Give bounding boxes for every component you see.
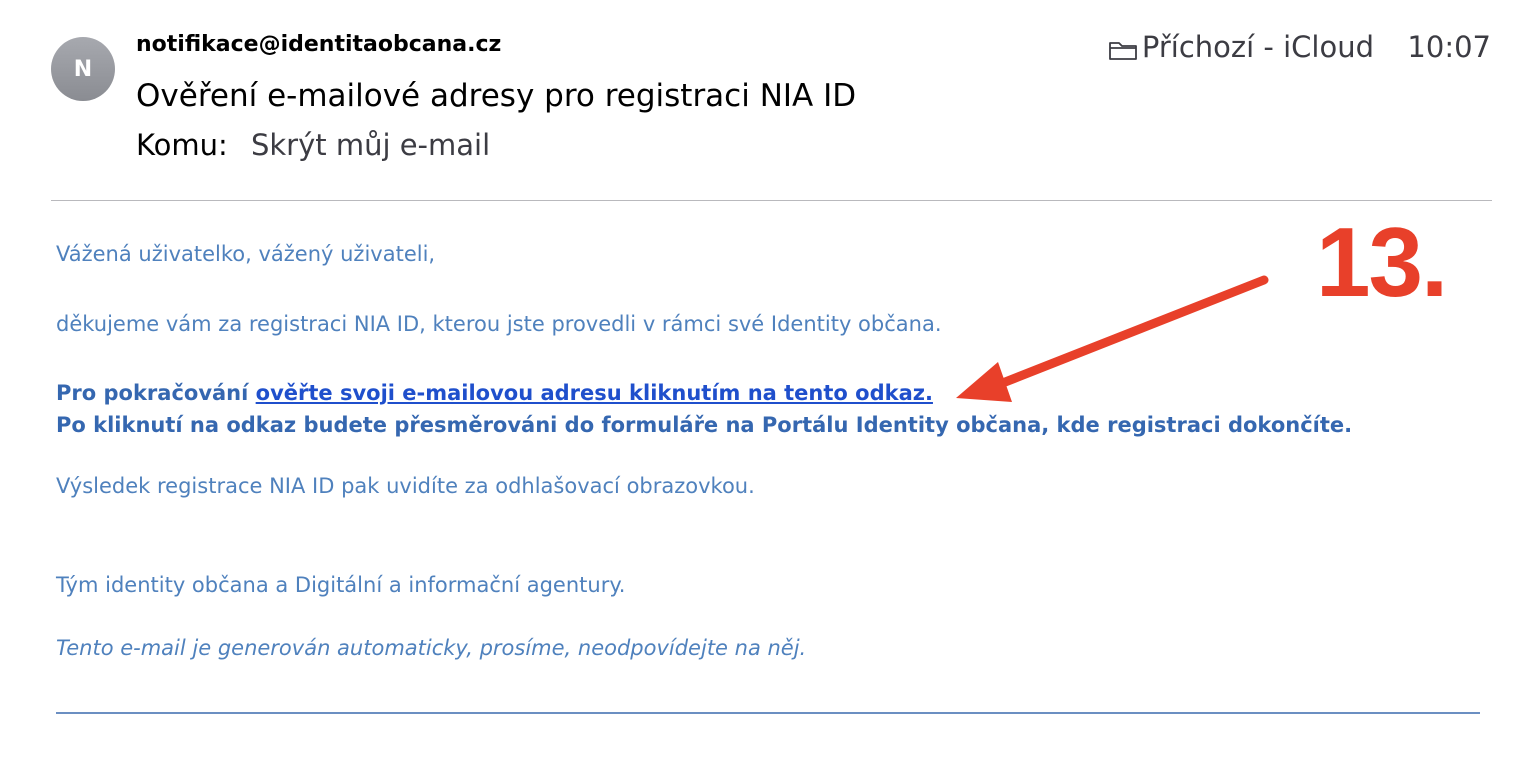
recipient-row: Komu: Skrýt můj e-mail <box>136 128 490 162</box>
header-divider <box>51 200 1492 201</box>
avatar-initial: N <box>73 56 93 82</box>
result-note: Výsledek registrace NIA ID pak uvidíte z… <box>56 474 755 498</box>
email-subject: Ověření e-mailové adresy pro registraci … <box>136 78 857 114</box>
signature-text: Tým identity občana a Digitální a inform… <box>56 573 626 597</box>
sender-avatar[interactable]: N <box>51 37 115 101</box>
thanks-text: děkujeme vám za registraci NIA ID, ktero… <box>56 312 942 336</box>
mailbox-indicator[interactable]: Příchozí - iCloud <box>1108 30 1374 64</box>
folder-icon <box>1108 42 1137 60</box>
sender-address[interactable]: notifikace@identitaobcana.cz <box>136 32 501 57</box>
continue-prefix: Pro pokračování <box>56 381 256 405</box>
verify-email-link[interactable]: ověřte svoji e-mailovou adresu kliknutím… <box>256 381 933 405</box>
received-time: 10:07 <box>1407 30 1491 64</box>
recipient-label: Komu: <box>136 128 228 162</box>
email-header: N notifikace@identitaobcana.cz Ověření e… <box>0 0 1522 200</box>
recipient-value[interactable]: Skrýt můj e-mail <box>251 128 490 162</box>
greeting-text: Vážená uživatelko, vážený uživateli, <box>56 242 436 266</box>
footer-divider <box>56 712 1480 714</box>
continue-line: Pro pokračování ověřte svoji e-mailovou … <box>56 381 933 405</box>
auto-generated-note: Tento e-mail je generován automaticky, p… <box>56 636 807 660</box>
mailbox-name: Příchozí - iCloud <box>1141 30 1374 64</box>
redirect-note: Po kliknutí na odkaz budete přesměrováni… <box>56 413 1353 437</box>
arrow-annotation-icon <box>956 275 1269 402</box>
step-number-annotation: 13. <box>1316 207 1448 317</box>
